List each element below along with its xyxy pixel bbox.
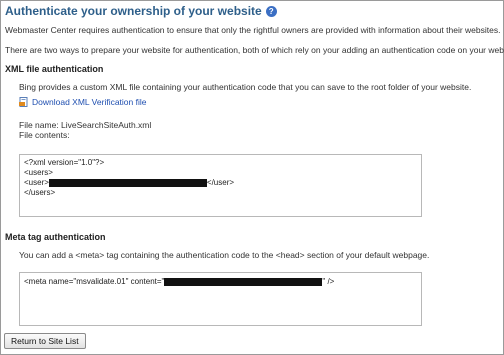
page-title: Authenticate your ownership of your webs… — [5, 4, 262, 18]
intro-text-2: There are two ways to prepare your websi… — [5, 45, 504, 55]
redacted-meta-content — [164, 277, 323, 286]
xml-user-open-tag: <user> — [24, 178, 49, 187]
xml-code-line-1: <?xml version="1.0"?> — [24, 158, 105, 167]
xml-code-line-2: <users> — [24, 168, 53, 177]
xml-code-textbox[interactable]: <?xml version="1.0"?> <users> <user> </us… — [19, 154, 422, 217]
help-icon[interactable]: ? — [265, 5, 277, 17]
meta-code-line: <meta name="msvalidate.01" content=" " /> — [24, 277, 334, 286]
xml-file-name: File name: LiveSearchSiteAuth.xml — [19, 120, 152, 130]
download-xml-link-label[interactable]: Download XML Verification file — [32, 97, 147, 107]
meta-code-textbox[interactable]: <meta name="msvalidate.01" content=" " /> — [19, 272, 422, 326]
meta-section-description: You can add a <meta> tag containing the … — [19, 250, 430, 260]
download-xml-link[interactable]: Download XML Verification file — [19, 97, 147, 107]
xml-user-close-tag: </user> — [206, 178, 235, 187]
meta-code-prefix: <meta name="msvalidate.01" content=" — [24, 277, 165, 286]
intro-text-1: Webmaster Center requires authentication… — [5, 25, 501, 35]
redacted-auth-code — [48, 178, 207, 187]
xml-file-contents-label: File contents: — [19, 130, 70, 140]
title-row: Authenticate your ownership of your webs… — [5, 4, 277, 18]
xml-section-description: Bing provides a custom XML file containi… — [19, 82, 472, 92]
xml-code-line-4: </users> — [24, 188, 56, 197]
meta-section-heading: Meta tag authentication — [5, 232, 106, 242]
return-to-site-list-button[interactable]: Return to Site List — [4, 333, 86, 349]
xml-code-line-3: <user> </user> — [24, 178, 234, 187]
xml-file-icon — [19, 97, 28, 107]
xml-section-heading: XML file authentication — [5, 64, 104, 74]
meta-code-suffix: " /> — [322, 277, 335, 286]
